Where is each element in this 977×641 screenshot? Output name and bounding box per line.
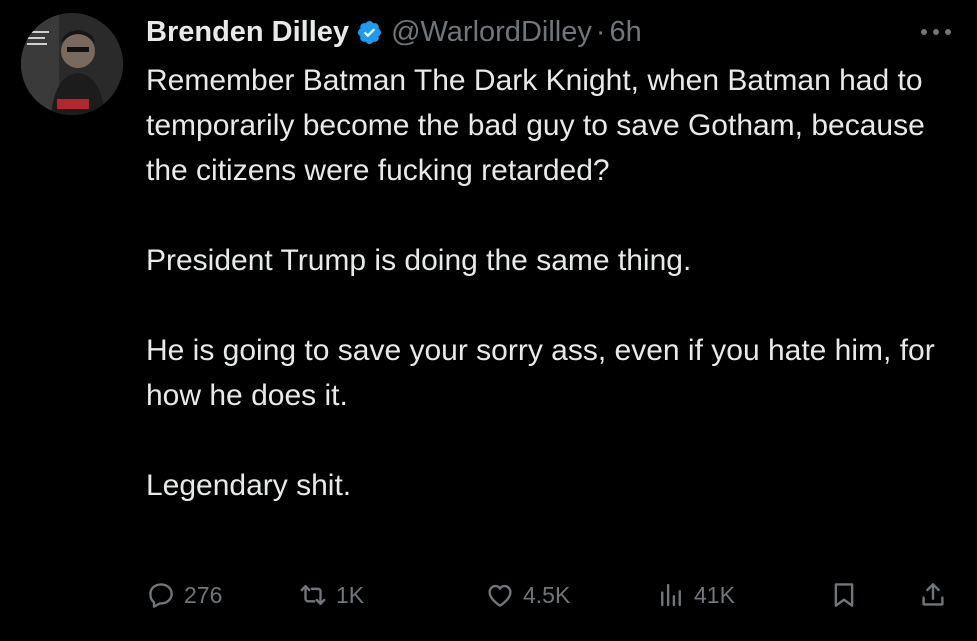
timestamp[interactable]: 6h: [610, 12, 642, 52]
separator: ·: [595, 16, 606, 48]
tweet-paragraph: Legendary shit.: [146, 469, 352, 502]
share-button[interactable]: [918, 573, 948, 617]
tweet-paragraph: President Trump is doing the same thing.: [146, 244, 692, 277]
bookmark-button[interactable]: [829, 573, 859, 617]
handle[interactable]: @WarlordDilley: [391, 12, 592, 52]
repost-button[interactable]: 1K: [298, 573, 364, 617]
views-button[interactable]: 41K: [656, 573, 735, 617]
views-count: 41K: [694, 581, 735, 608]
tweet-paragraph: He is going to save your sorry ass, even…: [146, 334, 935, 412]
like-icon: [485, 580, 515, 610]
views-icon: [656, 580, 686, 610]
tweet-paragraph: Remember Batman The Dark Knight, when Ba…: [146, 64, 925, 187]
tweet-text: Remember Batman The Dark Knight, when Ba…: [146, 58, 961, 508]
display-name[interactable]: Brenden Dilley: [146, 12, 349, 52]
reply-count: 276: [184, 581, 223, 608]
more-icon[interactable]: [916, 18, 956, 46]
like-button[interactable]: 4.5K: [485, 573, 570, 617]
tweet-header: Brenden Dilley @WarlordDilley · 6h: [146, 12, 642, 52]
tweet: Brenden Dilley @WarlordDilley · 6h Remem…: [0, 0, 977, 641]
repost-count: 1K: [336, 581, 365, 608]
reply-icon: [146, 580, 176, 610]
bookmark-icon: [829, 580, 859, 610]
action-bar: 276 1K 4.5K 41K: [146, 573, 961, 617]
verified-badge-icon: [356, 19, 383, 46]
reply-button[interactable]: 276: [146, 573, 222, 617]
avatar[interactable]: [21, 13, 123, 115]
share-icon: [918, 580, 948, 610]
repost-icon: [298, 580, 328, 610]
like-count: 4.5K: [523, 581, 571, 608]
